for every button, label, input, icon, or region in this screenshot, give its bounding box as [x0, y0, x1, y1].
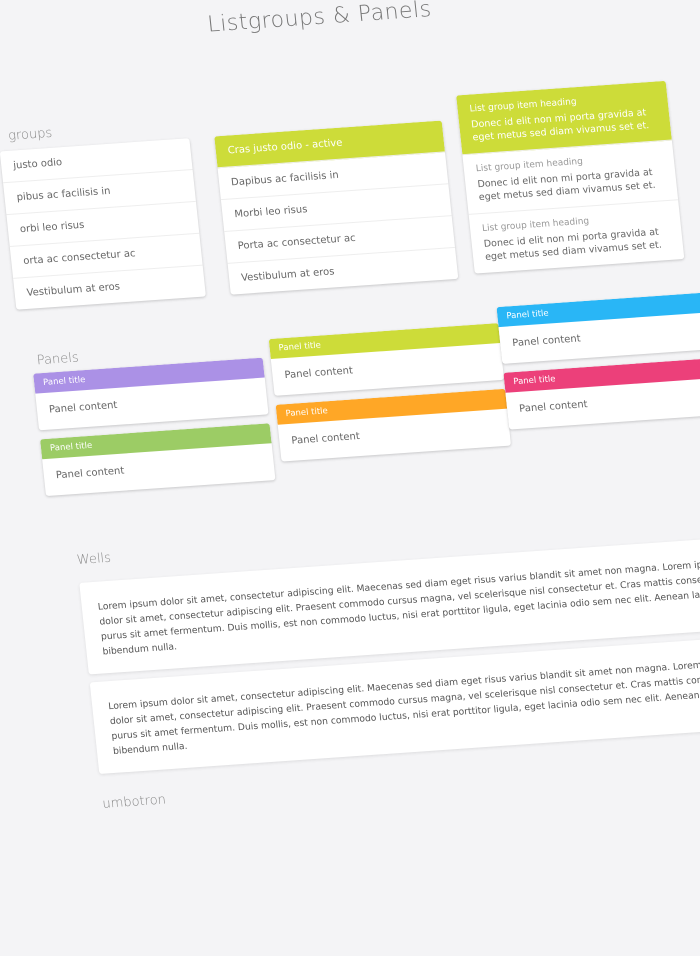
section-label-listgroups: groups	[7, 125, 53, 144]
section-label-jumbotron: umbotron	[101, 792, 167, 812]
page-title: Listgroups & Panels	[206, 0, 433, 38]
list-group-custom-content: List group item heading Donec id elit no…	[456, 80, 685, 274]
list-group-basic: justo odio pibus ac facilisis in orbi le…	[0, 138, 206, 310]
panel-pink: Panel title Panel content	[503, 357, 700, 430]
list-group-active: Cras justo odio - active Dapibus ac faci…	[214, 120, 459, 295]
showcase-stage: Listgroups & Panels groups justo odio pi…	[0, 0, 700, 956]
section-label-wells: Wells	[76, 550, 112, 569]
section-label-panels: Panels	[36, 350, 80, 369]
panel-purple: Panel title Panel content	[33, 357, 269, 431]
panel-green: Panel title Panel content	[40, 423, 276, 497]
panel-lime: Panel title Panel content	[268, 323, 505, 396]
panel-blue: Panel title Panel content	[496, 291, 700, 364]
panel-orange: Panel title Panel content	[275, 388, 512, 462]
